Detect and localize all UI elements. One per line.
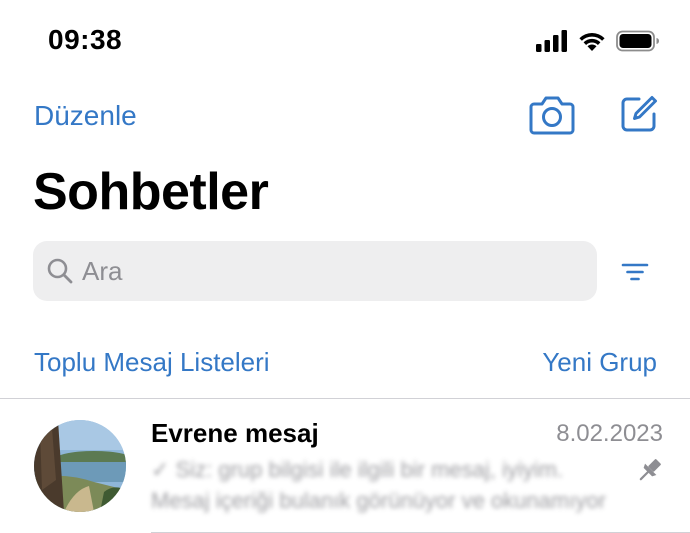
page-title: Sohbetler bbox=[33, 163, 269, 221]
search-icon bbox=[46, 257, 74, 285]
broadcast-lists-link[interactable]: Toplu Mesaj Listeleri bbox=[34, 347, 270, 378]
new-group-link[interactable]: Yeni Grup bbox=[542, 347, 657, 378]
status-icons bbox=[536, 28, 660, 54]
edit-button[interactable]: Düzenle bbox=[34, 100, 137, 132]
filter-button[interactable] bbox=[621, 262, 649, 287]
compose-icon bbox=[621, 96, 657, 132]
pin-icon bbox=[636, 456, 664, 489]
wifi-icon bbox=[579, 32, 605, 51]
camera-button[interactable] bbox=[529, 94, 575, 141]
chat-preview-line-2: Mesaj içeriği bulanık görünüyor ve okuna… bbox=[151, 488, 606, 513]
cellular-signal-icon bbox=[536, 30, 567, 52]
status-time: 09:38 bbox=[48, 24, 123, 55]
camera-icon bbox=[529, 96, 575, 135]
compose-button[interactable] bbox=[619, 94, 659, 139]
search-input[interactable] bbox=[82, 255, 562, 287]
chat-name: Evrene mesaj bbox=[151, 418, 319, 448]
chat-preview-line-1: ✓ Siz: grup bilgisi ile ilgili bir mesaj… bbox=[151, 457, 564, 482]
avatar bbox=[34, 420, 126, 512]
battery-icon bbox=[616, 30, 659, 52]
filter-icon bbox=[621, 263, 649, 281]
search-bar[interactable] bbox=[33, 241, 597, 301]
chat-date: 8.02.2023 bbox=[556, 420, 663, 447]
